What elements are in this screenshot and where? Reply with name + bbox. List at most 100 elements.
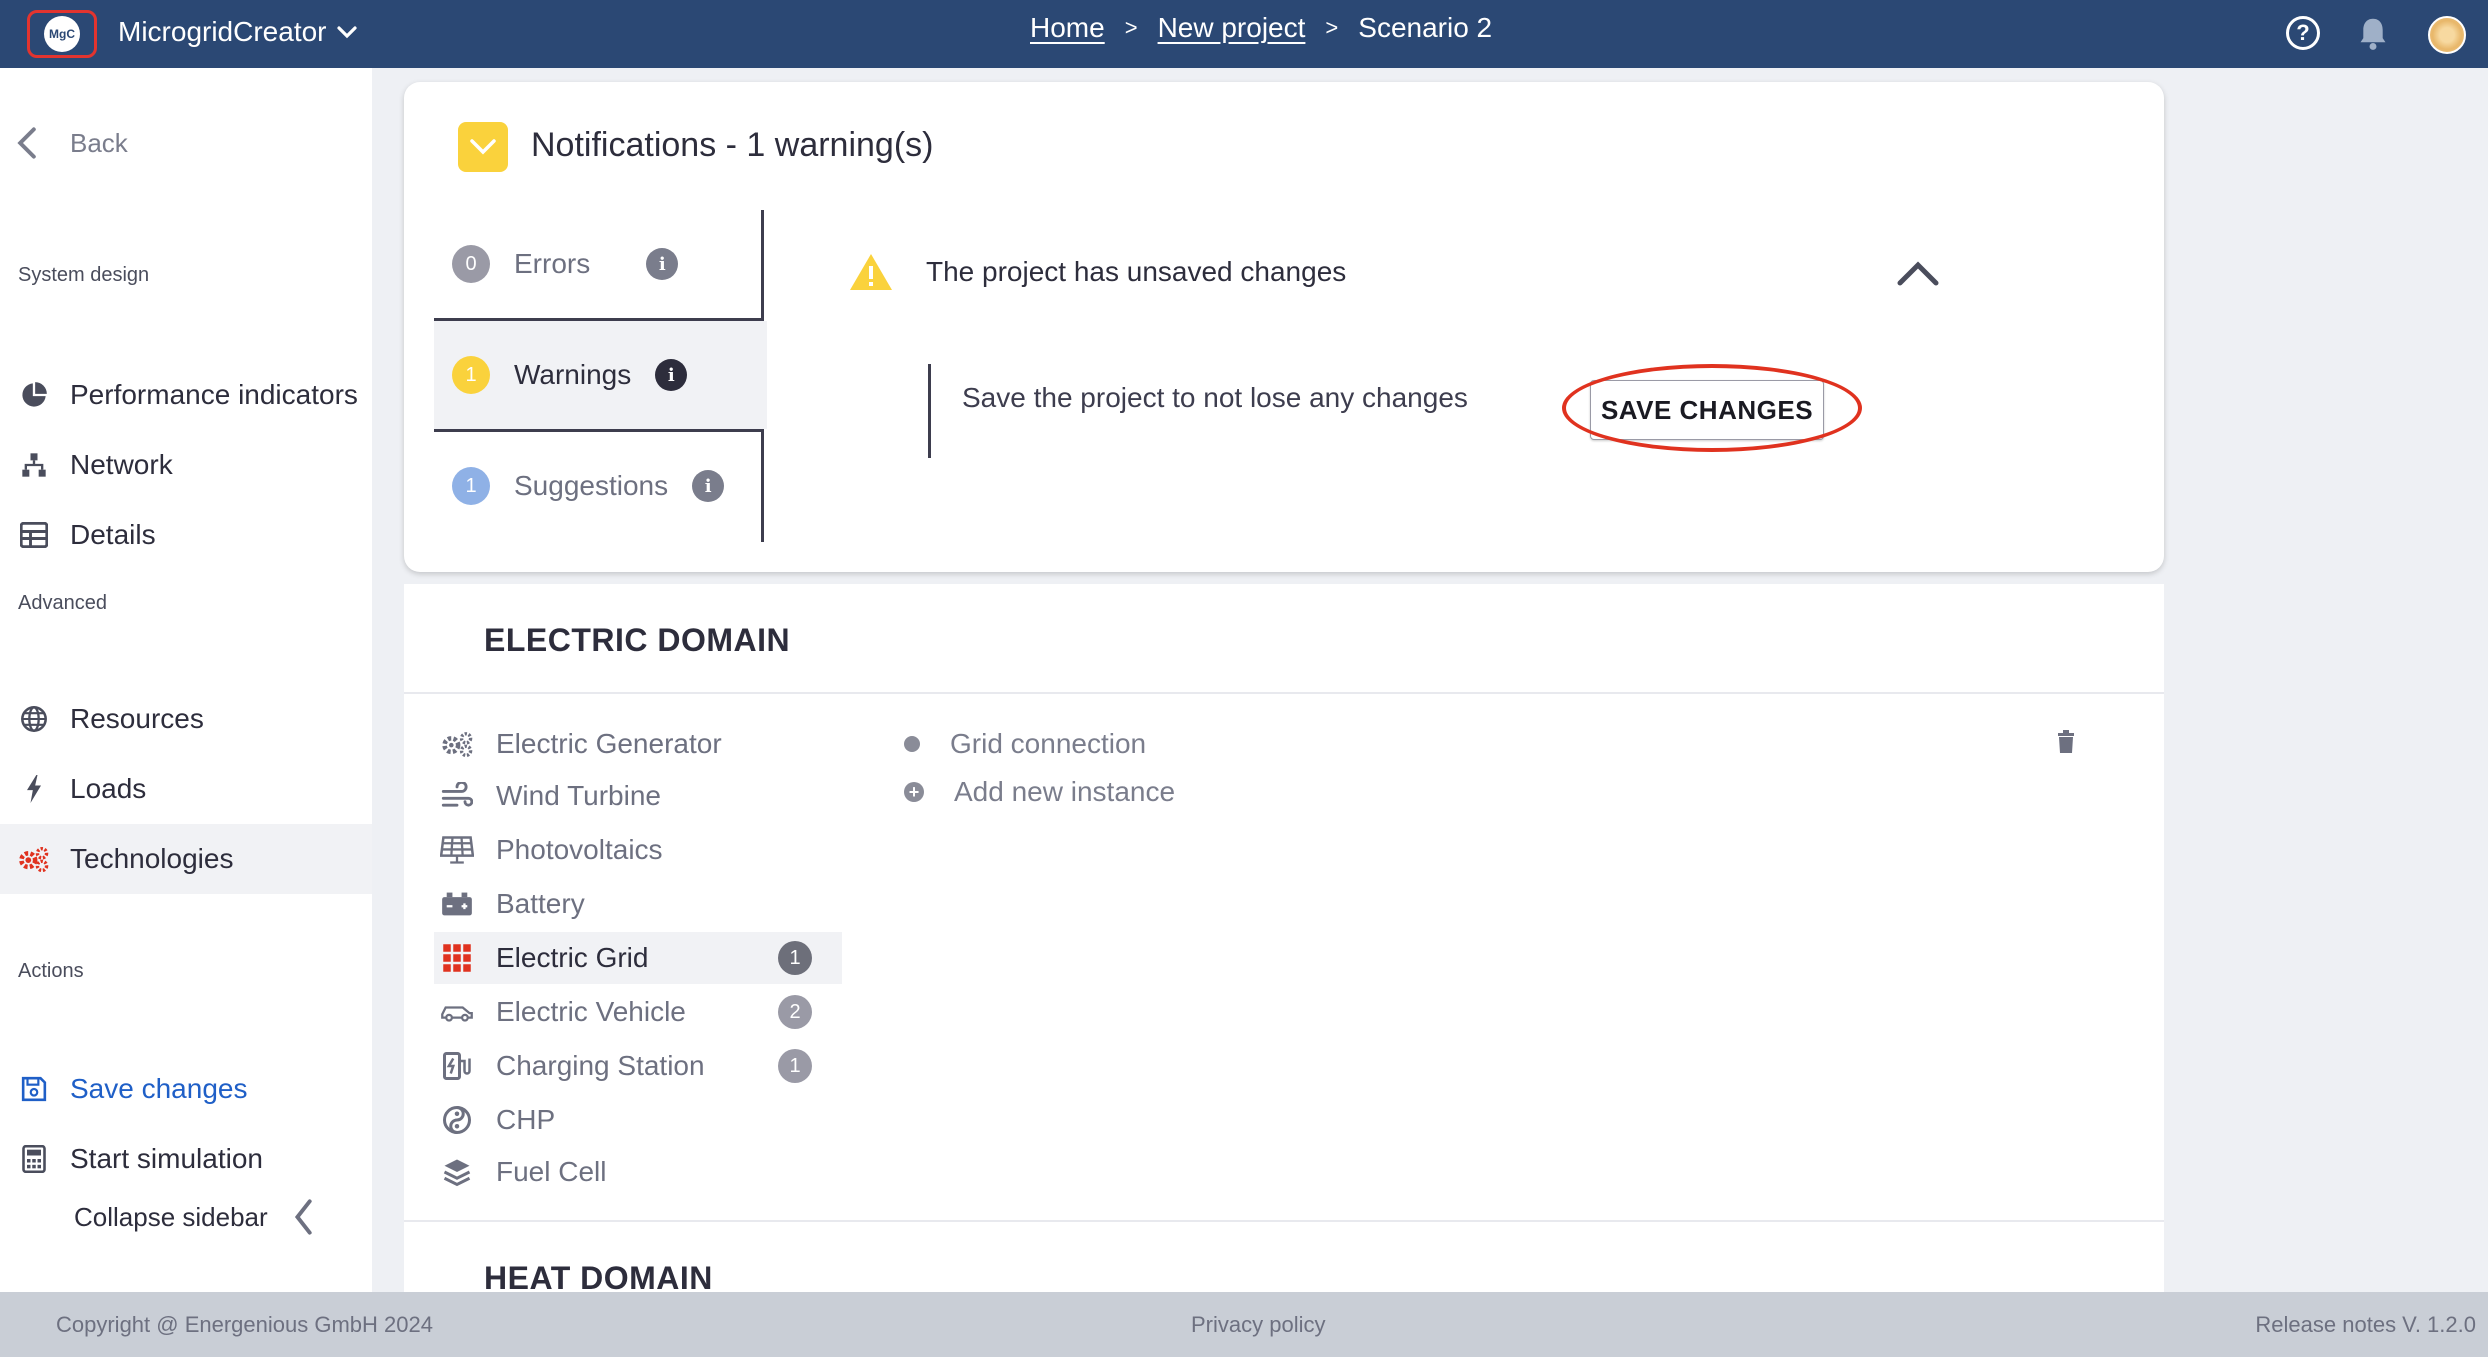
- gears-icon: [18, 843, 50, 875]
- tab-label: Errors: [514, 248, 591, 279]
- sidebar-item-label: Network: [70, 449, 173, 480]
- collapse-sidebar-label: Collapse sidebar: [74, 1201, 268, 1232]
- sidebar-item-label: Loads: [70, 773, 147, 804]
- tech-item-label: Electric Grid: [496, 942, 649, 973]
- add-new-instance-button[interactable]: + Add new instance: [904, 776, 1175, 808]
- sidebar-item-label: Performance indicators: [70, 379, 358, 410]
- sidebar-item-network[interactable]: Network: [0, 430, 372, 500]
- tech-item-label: Fuel Cell: [496, 1156, 607, 1187]
- section-label-system-design: System design: [18, 264, 150, 286]
- chevron-left-icon: [294, 1199, 312, 1235]
- notification-tabs: 0 Errors i 1 Warnings i 1 Suggestions i: [434, 210, 767, 542]
- app-logo[interactable]: MgC: [27, 10, 97, 58]
- tech-item-charging-station[interactable]: Charging Station 1: [434, 1040, 842, 1092]
- tech-item-label: CHP: [496, 1104, 556, 1135]
- sidebar-item-label: Save changes: [70, 1073, 248, 1104]
- back-button[interactable]: Back: [14, 126, 128, 160]
- avatar[interactable]: [2428, 16, 2466, 54]
- save-icon: [18, 1073, 50, 1105]
- notification-toggle[interactable]: [458, 122, 508, 172]
- grid-icon: [440, 941, 474, 975]
- errors-count-badge: 0: [452, 245, 490, 283]
- help-icon[interactable]: ?: [2286, 16, 2320, 50]
- tech-item-electric-grid[interactable]: Electric Grid 1: [434, 932, 842, 984]
- technologies-panel: ELECTRIC DOMAIN Electric Generator Wind …: [404, 584, 2164, 1296]
- release-notes-link[interactable]: Release notes V. 1.2.0: [2255, 1312, 2476, 1338]
- tech-item-wind-turbine[interactable]: Wind Turbine: [434, 770, 842, 822]
- back-label: Back: [70, 127, 128, 158]
- breadcrumb-project[interactable]: New project: [1158, 12, 1306, 44]
- breadcrumb-home[interactable]: Home: [1030, 12, 1105, 44]
- pie-chart-icon: [18, 379, 50, 411]
- count-badge: 2: [778, 995, 812, 1029]
- sidebar-item-label: Start simulation: [70, 1143, 263, 1174]
- tech-item-battery[interactable]: Battery: [434, 878, 842, 930]
- tech-item-label: Electric Generator: [496, 728, 722, 759]
- tab-label: Suggestions: [514, 470, 669, 501]
- collapse-sidebar-button[interactable]: Collapse sidebar: [74, 1198, 314, 1236]
- notifications-title: Notifications - 1 warning(s): [531, 126, 934, 164]
- sidebar-item-performance-indicators[interactable]: Performance indicators: [0, 360, 372, 430]
- bullet-icon: [904, 736, 920, 752]
- tech-item-photovoltaics[interactable]: Photovoltaics: [434, 824, 842, 876]
- warning-item[interactable]: The project has unsaved changes: [848, 252, 1346, 292]
- warnings-count-badge: 1: [452, 356, 490, 394]
- chp-icon: [440, 1103, 474, 1137]
- instance-grid-connection[interactable]: Grid connection: [904, 728, 1146, 760]
- car-icon: [440, 995, 474, 1029]
- tech-item-electric-vehicle[interactable]: Electric Vehicle 2: [434, 986, 842, 1038]
- battery-icon: [440, 887, 474, 921]
- sidebar-item-resources[interactable]: Resources: [0, 684, 372, 754]
- sidebar: Back System design Performance indicator…: [0, 68, 372, 1292]
- info-icon[interactable]: i: [692, 470, 725, 502]
- app-name: MicrogridCreator: [118, 16, 327, 47]
- app-switcher[interactable]: MicrogridCreator: [118, 16, 359, 48]
- layers-icon: [440, 1155, 474, 1189]
- trash-icon[interactable]: [2056, 730, 2076, 754]
- table-icon: [18, 519, 50, 551]
- bell-icon[interactable]: [2356, 16, 2390, 52]
- divider: [404, 692, 2164, 694]
- count-badge: 1: [778, 941, 812, 975]
- calculator-icon: [18, 1143, 50, 1175]
- instance-label: Grid connection: [950, 728, 1147, 759]
- section-label-advanced: Advanced: [18, 592, 107, 614]
- divider: [404, 1220, 2164, 1222]
- tab-errors[interactable]: 0 Errors i: [434, 210, 764, 318]
- breadcrumb: Home > New project > Scenario 2: [1030, 12, 1492, 44]
- breadcrumb-separator: >: [1124, 15, 1138, 40]
- electric-domain-title: ELECTRIC DOMAIN: [484, 622, 791, 658]
- tech-item-fuel-cell[interactable]: Fuel Cell: [434, 1146, 842, 1198]
- globe-icon: [18, 703, 50, 735]
- logo-text: MgC: [44, 16, 80, 52]
- bolt-icon: [18, 773, 50, 805]
- tab-suggestions[interactable]: 1 Suggestions i: [434, 432, 764, 540]
- add-instance-label: Add new instance: [954, 776, 1176, 807]
- info-icon[interactable]: i: [655, 359, 688, 391]
- warning-message: The project has unsaved changes: [926, 256, 1347, 287]
- privacy-policy-link[interactable]: Privacy policy: [1191, 1312, 1325, 1338]
- tech-item-chp[interactable]: CHP: [434, 1094, 842, 1146]
- tech-item-label: Wind Turbine: [496, 780, 661, 811]
- tech-item-label: Electric Vehicle: [496, 996, 686, 1027]
- chevron-up-icon[interactable]: [1896, 258, 1940, 288]
- sidebar-item-label: Technologies: [70, 843, 234, 874]
- warning-detail-rule: [928, 364, 931, 458]
- sidebar-item-start-simulation[interactable]: Start simulation: [0, 1124, 372, 1194]
- section-label-actions: Actions: [18, 960, 84, 982]
- info-icon[interactable]: i: [646, 248, 679, 280]
- sidebar-item-details[interactable]: Details: [0, 500, 372, 570]
- sidebar-item-save-changes[interactable]: Save changes: [0, 1054, 372, 1124]
- charging-station-icon: [440, 1049, 474, 1083]
- tab-warnings[interactable]: 1 Warnings i: [434, 321, 767, 429]
- tech-item-electric-generator[interactable]: Electric Generator: [434, 718, 842, 770]
- wind-icon: [440, 779, 474, 813]
- warning-triangle-icon: [850, 254, 892, 290]
- count-badge: 1: [778, 1049, 812, 1083]
- tech-item-label: Charging Station: [496, 1050, 705, 1081]
- copyright-text: Copyright @ Energenious GmbH 2024: [56, 1312, 433, 1337]
- chevron-left-icon: [17, 127, 36, 159]
- sidebar-item-loads[interactable]: Loads: [0, 754, 372, 824]
- sidebar-item-technologies[interactable]: Technologies: [0, 824, 372, 894]
- save-changes-button[interactable]: SAVE CHANGES: [1590, 380, 1824, 440]
